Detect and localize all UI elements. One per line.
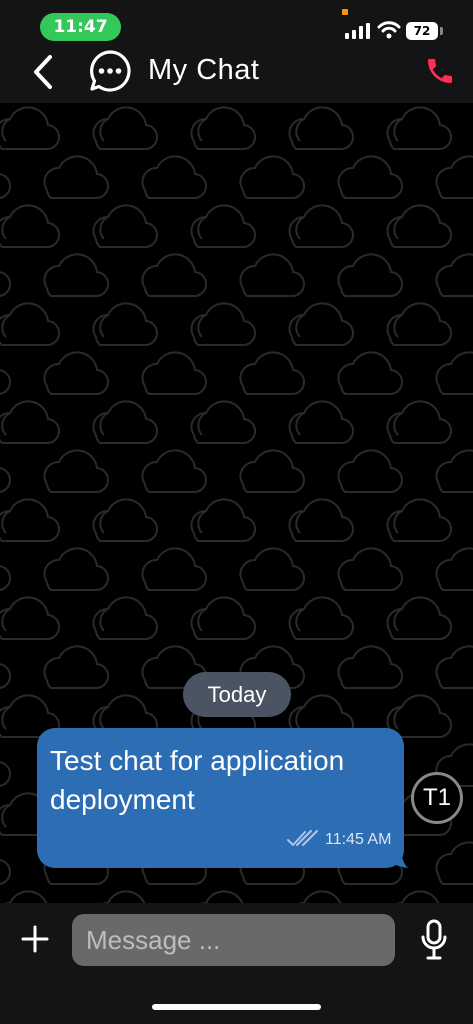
privacy-indicator-dot bbox=[342, 9, 348, 15]
home-indicator[interactable] bbox=[152, 1004, 321, 1010]
message-input[interactable] bbox=[72, 914, 395, 966]
microphone-icon bbox=[421, 919, 447, 960]
day-separator: Today bbox=[183, 672, 291, 717]
signal-icon bbox=[345, 23, 370, 39]
voice-message-button[interactable] bbox=[420, 919, 448, 965]
wifi-icon bbox=[377, 21, 401, 39]
day-separator-label: Today bbox=[207, 681, 267, 707]
top-bar: 11:47 72 My Chat bbox=[0, 0, 473, 103]
bubble-tail bbox=[388, 846, 408, 868]
chevron-left-icon bbox=[34, 55, 52, 89]
avatar-initials: T1 bbox=[422, 784, 451, 811]
page-title: My Chat bbox=[148, 54, 260, 86]
plus-icon bbox=[21, 925, 49, 953]
status-time: 11:47 bbox=[40, 13, 121, 41]
double-check-icon bbox=[287, 830, 318, 846]
chat-bubble-dots-icon bbox=[90, 50, 131, 92]
battery-tip bbox=[440, 27, 443, 35]
message-text: Test chat for application deployment bbox=[50, 745, 345, 815]
back-button[interactable] bbox=[26, 52, 60, 92]
message-time: 11:45 AM bbox=[325, 831, 392, 848]
status-time-text: 11:47 bbox=[53, 17, 108, 37]
call-button[interactable] bbox=[424, 55, 456, 91]
message-bubble[interactable]: Test chat for application deployment 11:… bbox=[37, 728, 404, 868]
battery-level: 72 bbox=[413, 24, 431, 38]
battery-icon: 72 bbox=[406, 22, 438, 40]
chat-screen: 11:47 72 My Chat Today Test chat for app… bbox=[0, 0, 473, 1024]
avatar[interactable]: T1 bbox=[411, 772, 463, 824]
attach-button[interactable] bbox=[20, 924, 50, 958]
phone-icon bbox=[428, 59, 452, 83]
